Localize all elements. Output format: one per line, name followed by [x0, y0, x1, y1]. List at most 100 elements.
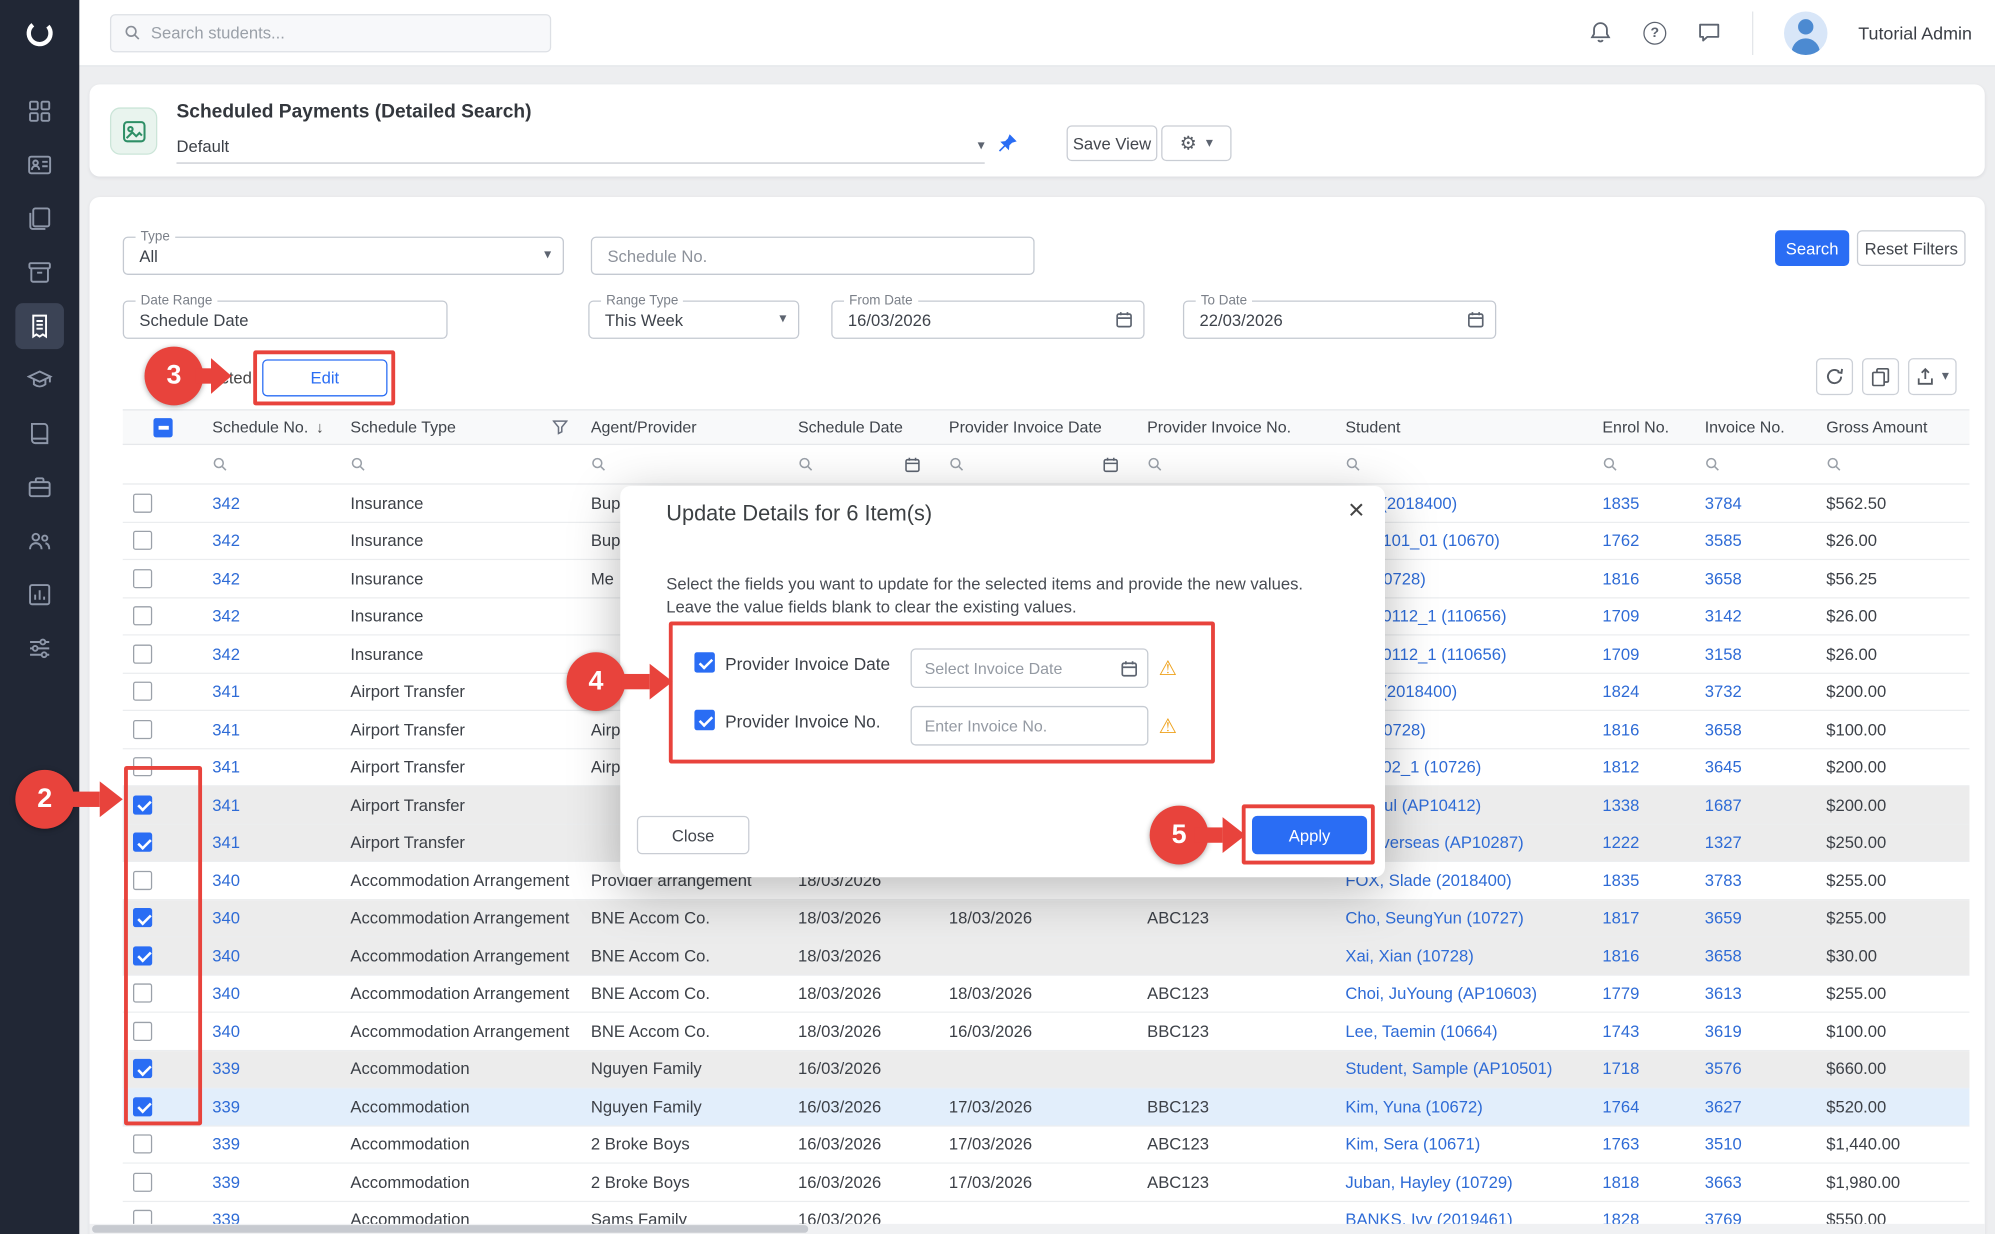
cell-invoice-no-link[interactable]: 1687 [1694, 786, 1815, 822]
cell-schedule-no-link[interactable]: 342 [202, 522, 340, 558]
sidebar-item-scheduled-payments[interactable] [15, 303, 64, 349]
range-type-dropdown[interactable]: Range Type This Week ▾ [588, 301, 799, 339]
table-row[interactable]: 340 Accommodation Arrangement BNE Accom … [123, 900, 1970, 938]
pin-icon[interactable] [998, 133, 1018, 153]
cell-schedule-no-link[interactable]: 341 [202, 749, 340, 785]
view-selector[interactable]: Default ▾ [176, 130, 984, 163]
cell-enrol-no-link[interactable]: 1835 [1592, 862, 1694, 898]
cell-schedule-no-link[interactable]: 342 [202, 598, 340, 634]
scrollbar-thumb[interactable] [92, 1225, 808, 1233]
cell-schedule-no-link[interactable]: 339 [202, 1051, 340, 1087]
column-header-enrol-no[interactable]: Enrol No. [1592, 411, 1694, 444]
cell-enrol-no-link[interactable]: 1824 [1592, 673, 1694, 709]
column-header-schedule-type[interactable]: Schedule Type [340, 411, 580, 444]
row-checkbox[interactable] [133, 531, 152, 550]
cell-enrol-no-link[interactable]: 1816 [1592, 711, 1694, 747]
cell-schedule-no-link[interactable]: 339 [202, 1126, 340, 1162]
calendar-icon[interactable] [1115, 311, 1133, 329]
sidebar-item-courses[interactable] [15, 357, 64, 403]
column-header-student[interactable]: Student [1335, 411, 1592, 444]
cell-schedule-no-link[interactable]: 341 [202, 673, 340, 709]
row-checkbox[interactable] [133, 720, 152, 739]
cell-schedule-no-link[interactable]: 342 [202, 560, 340, 596]
row-checkbox[interactable] [133, 1097, 152, 1116]
filter-funnel-icon[interactable] [552, 419, 567, 434]
cell-enrol-no-link[interactable]: 1812 [1592, 749, 1694, 785]
filter-provider-invoice-date[interactable] [939, 445, 1137, 483]
sidebar-item-jobs[interactable] [15, 464, 64, 510]
copy-button[interactable] [1863, 358, 1900, 395]
table-row[interactable]: 339 Accommodation Nguyen Family 16/03/20… [123, 1088, 1970, 1126]
cell-enrol-no-link[interactable]: 1763 [1592, 1126, 1694, 1162]
filter-agent-provider[interactable] [581, 445, 788, 483]
cell-student-link[interactable]: Xai, Xian (10728) [1335, 937, 1592, 973]
column-header-invoice-no[interactable]: Invoice No. [1694, 411, 1815, 444]
cell-enrol-no-link[interactable]: 1818 [1592, 1164, 1694, 1200]
row-checkbox[interactable] [133, 1135, 152, 1154]
search-button[interactable]: Search [1775, 230, 1849, 266]
sidebar-item-reports[interactable] [15, 572, 64, 618]
row-checkbox[interactable] [133, 833, 152, 852]
cell-schedule-no-link[interactable]: 339 [202, 1088, 340, 1124]
cell-schedule-no-link[interactable]: 341 [202, 711, 340, 747]
schedule-no-filter-input[interactable] [592, 238, 1033, 274]
row-checkbox[interactable] [133, 569, 152, 588]
column-header-provider-invoice-date[interactable]: Provider Invoice Date [939, 411, 1137, 444]
column-header-gross-amount[interactable]: Gross Amount [1816, 411, 1969, 444]
provider-invoice-no-checkbox[interactable] [694, 710, 714, 730]
sidebar-item-settings[interactable] [15, 625, 64, 671]
cell-invoice-no-link[interactable]: 3658 [1694, 937, 1815, 973]
cell-schedule-no-link[interactable]: 340 [202, 975, 340, 1011]
row-checkbox[interactable] [133, 1172, 152, 1191]
cell-invoice-no-link[interactable]: 3142 [1694, 598, 1815, 634]
cell-enrol-no-link[interactable]: 1762 [1592, 522, 1694, 558]
select-all-checkbox[interactable] [153, 418, 172, 437]
cell-student-link[interactable]: Student, Sample (AP10501) [1335, 1051, 1592, 1087]
settings-dropdown-button[interactable]: ⚙ ▾ [1161, 125, 1231, 161]
table-row[interactable]: 340 Accommodation Arrangement BNE Accom … [123, 975, 1970, 1013]
help-icon[interactable]: ? [1643, 21, 1666, 44]
provider-invoice-date-checkbox[interactable] [694, 652, 714, 672]
sidebar-item-contacts[interactable] [15, 518, 64, 564]
sidebar-item-library[interactable] [15, 411, 64, 457]
cell-enrol-no-link[interactable]: 1779 [1592, 975, 1694, 1011]
row-checkbox[interactable] [133, 795, 152, 814]
to-date-field[interactable]: To Date 22/03/2026 [1183, 301, 1496, 339]
table-row[interactable]: 339 Accommodation 2 Broke Boys 16/03/202… [123, 1126, 1970, 1164]
cell-student-link[interactable]: Choi, JuYoung (AP10603) [1335, 975, 1592, 1011]
cell-invoice-no-link[interactable]: 3658 [1694, 711, 1815, 747]
cell-invoice-no-link[interactable]: 3658 [1694, 560, 1815, 596]
cell-student-link[interactable]: Kim, Yuna (10672) [1335, 1088, 1592, 1124]
cell-enrol-no-link[interactable]: 1709 [1592, 598, 1694, 634]
calendar-icon[interactable] [1102, 456, 1119, 473]
column-header-provider-invoice-no[interactable]: Provider Invoice No. [1137, 411, 1335, 444]
row-checkbox[interactable] [133, 984, 152, 1003]
calendar-icon[interactable] [1467, 311, 1485, 329]
cell-enrol-no-link[interactable]: 1718 [1592, 1051, 1694, 1087]
cell-schedule-no-link[interactable]: 341 [202, 824, 340, 860]
export-dropdown-button[interactable]: ▾ [1909, 358, 1957, 395]
cell-schedule-no-link[interactable]: 341 [202, 786, 340, 822]
cell-student-link[interactable]: Cho, SeungYun (10727) [1335, 900, 1592, 936]
from-date-field[interactable]: From Date 16/03/2026 [831, 301, 1144, 339]
row-checkbox[interactable] [133, 493, 152, 512]
modal-apply-button[interactable]: Apply [1252, 816, 1367, 854]
cell-schedule-no-link[interactable]: 340 [202, 937, 340, 973]
cell-invoice-no-link[interactable]: 3627 [1694, 1088, 1815, 1124]
filter-schedule-date[interactable] [788, 445, 939, 483]
sidebar-item-documents[interactable] [15, 196, 64, 242]
cell-invoice-no-link[interactable]: 3576 [1694, 1051, 1815, 1087]
row-checkbox[interactable] [133, 682, 152, 701]
row-checkbox[interactable] [133, 946, 152, 965]
sidebar-item-students[interactable] [15, 142, 64, 188]
row-checkbox[interactable] [133, 606, 152, 625]
user-name[interactable]: Tutorial Admin [1858, 22, 1972, 42]
filter-gross-amount[interactable] [1816, 445, 1969, 483]
filter-student[interactable] [1335, 445, 1592, 483]
sidebar-item-archive[interactable] [15, 249, 64, 295]
cell-student-link[interactable]: Juban, Hayley (10729) [1335, 1164, 1592, 1200]
filter-schedule-no[interactable] [202, 445, 340, 483]
cell-enrol-no-link[interactable]: 1835 [1592, 485, 1694, 521]
cell-invoice-no-link[interactable]: 3784 [1694, 485, 1815, 521]
cell-enrol-no-link[interactable]: 1338 [1592, 786, 1694, 822]
